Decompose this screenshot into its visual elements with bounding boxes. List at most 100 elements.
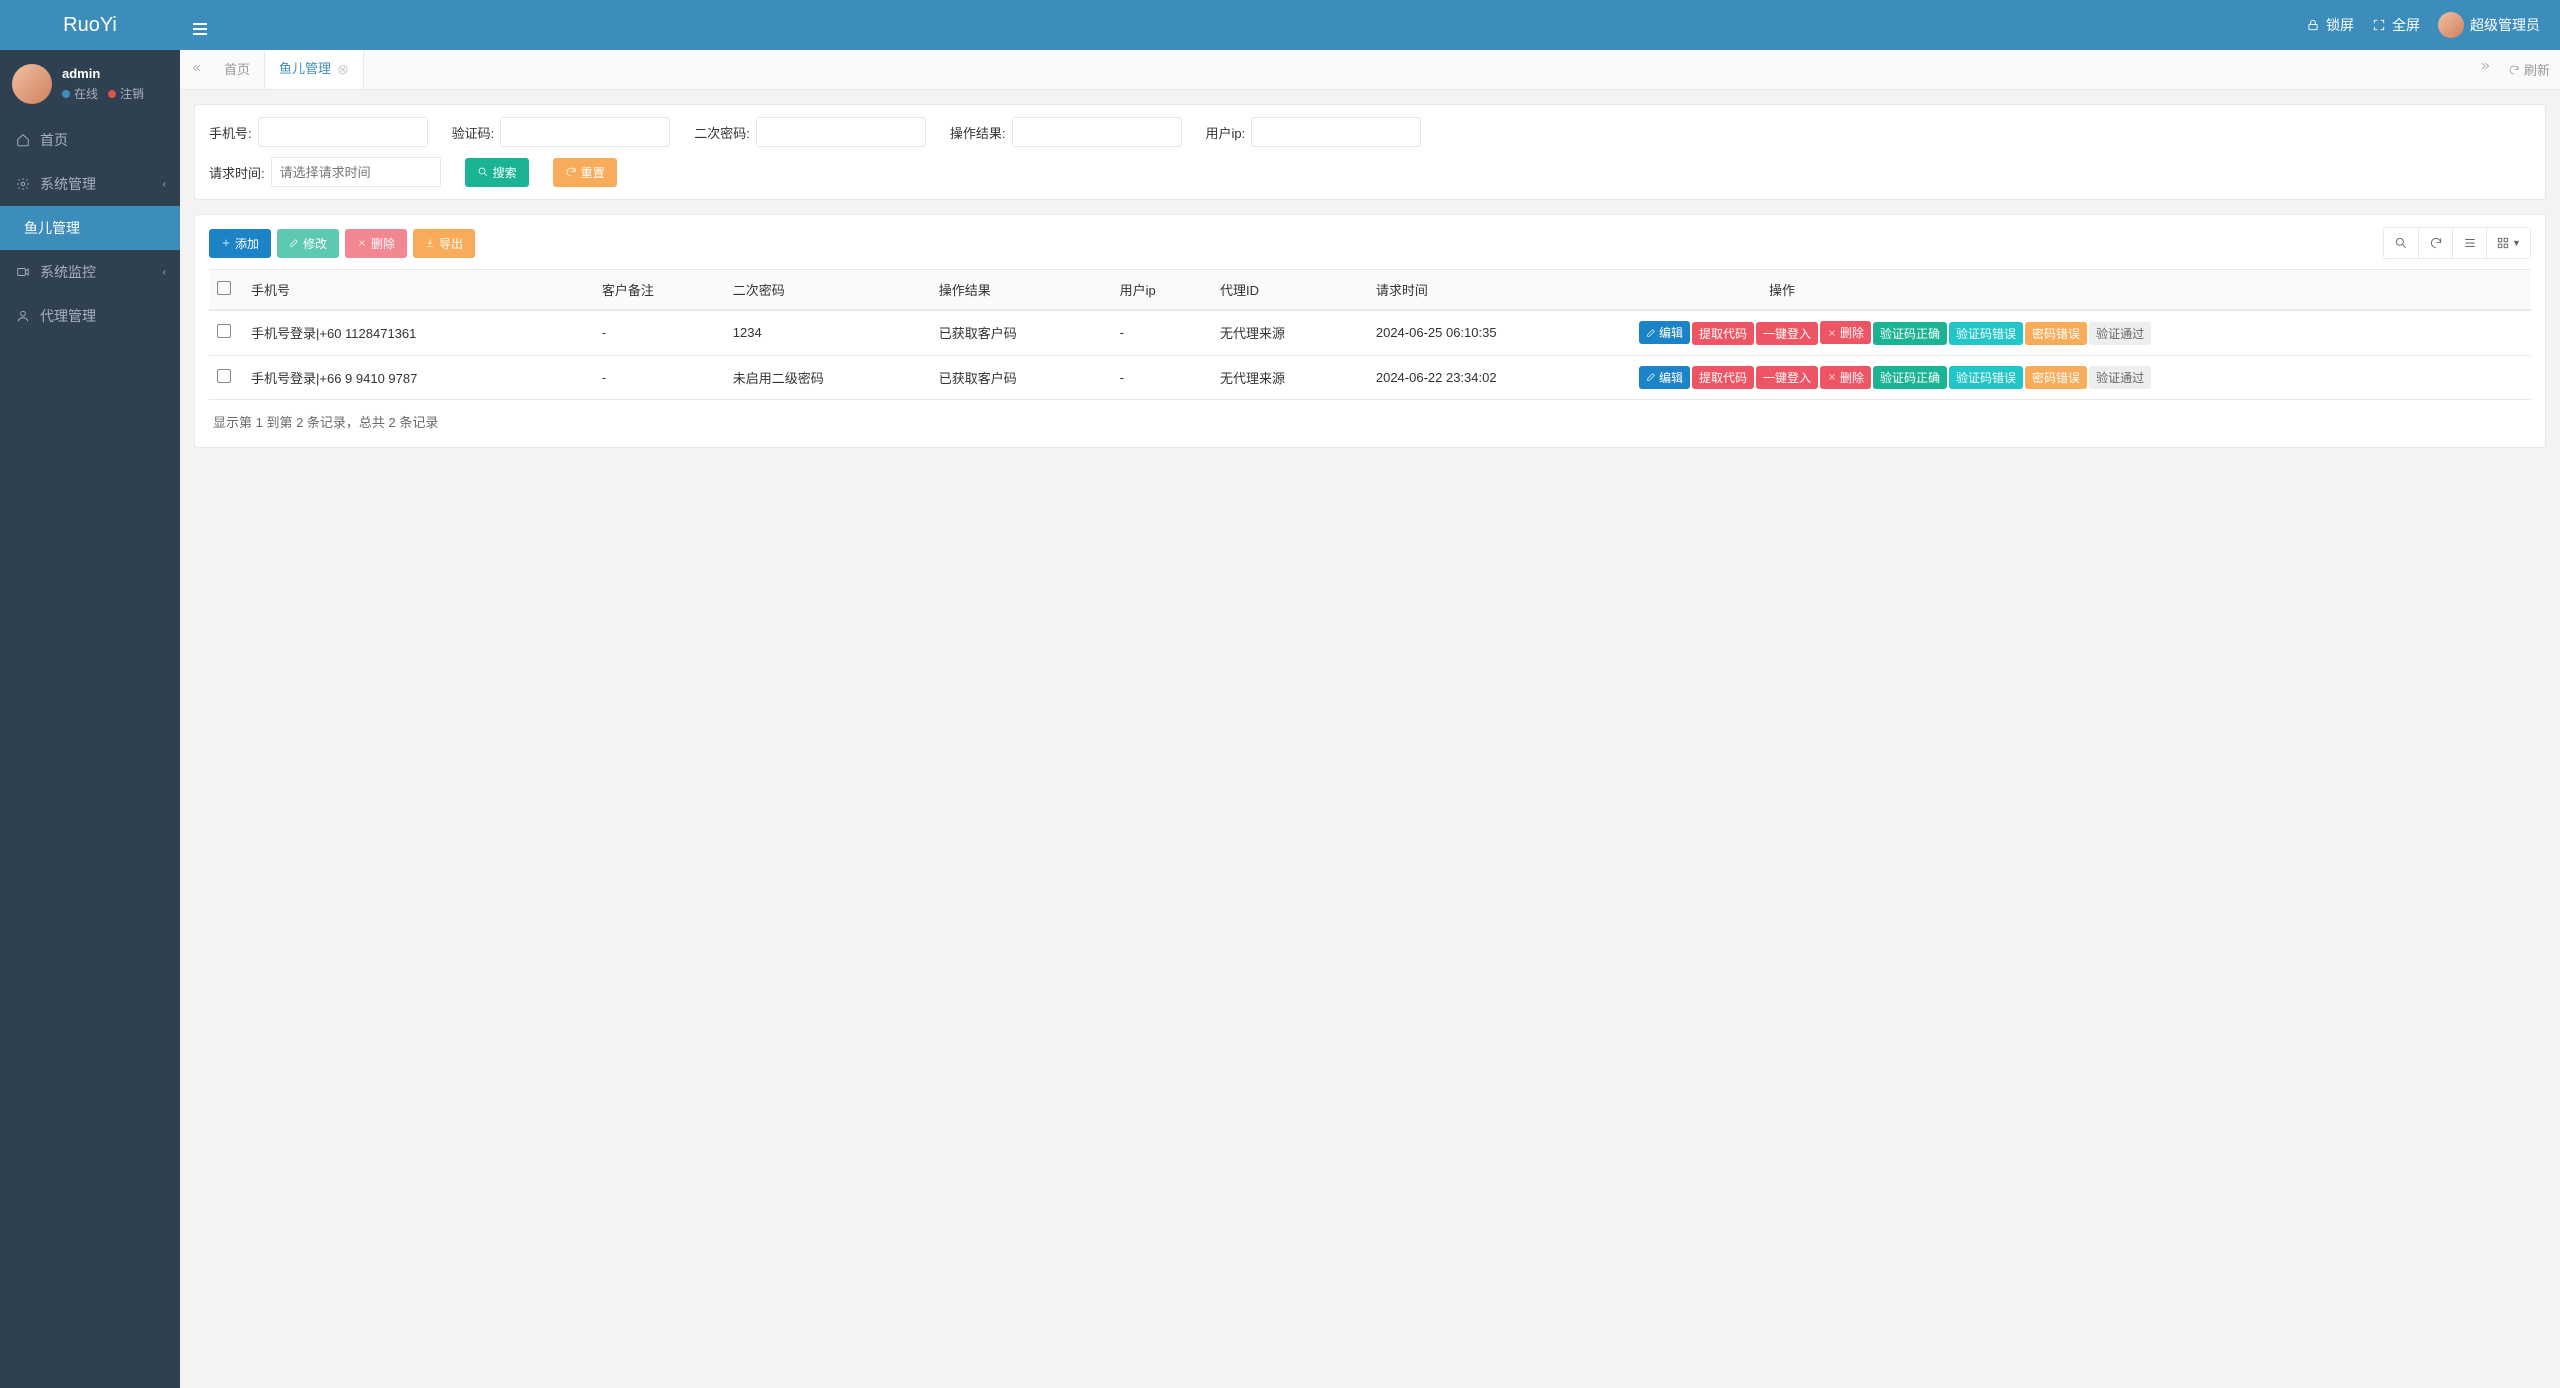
userip-input[interactable] [1251,117,1421,147]
add-button[interactable]: 添加 [209,229,271,258]
hamburger-icon [193,28,207,30]
row-verify-pass-button[interactable]: 验证通过 [2089,366,2151,389]
row-checkbox[interactable] [217,369,231,383]
row-checkbox[interactable] [217,324,231,338]
close-icon [1827,372,1837,382]
app-logo: RuoYi [0,0,180,50]
table-refresh-button[interactable] [2418,228,2452,258]
edit-button[interactable]: 修改 [277,229,339,258]
table-search-button[interactable] [2384,228,2418,258]
table-grid-button[interactable]: ▼ [2486,228,2530,258]
sidebar-item-monitor[interactable]: 系统监控 ‹ [0,250,180,294]
cell-result: 已获取客户码 [931,310,1112,355]
row-onekey-button[interactable]: 一键登入 [1756,322,1818,345]
user-display-name: 超级管理员 [2470,15,2540,35]
sidebar-item-fish[interactable]: 鱼儿管理 [0,206,180,250]
phone-input[interactable] [258,117,428,147]
sidebar-item-label: 系统监控 [40,262,96,282]
close-icon[interactable]: ⊗ [337,50,349,88]
close-icon [357,238,367,248]
avatar [12,64,52,104]
edit-icon [289,238,299,248]
cell-pwd2: 未启用二级密码 [725,355,931,400]
label-secondpwd: 二次密码: [694,123,750,142]
gear-icon [16,177,30,191]
edit-icon [1646,328,1656,338]
refresh-icon [2429,236,2443,250]
row-delete-button[interactable]: 删除 [1820,321,1871,344]
reqtime-input[interactable] [271,157,441,187]
tabs-refresh[interactable]: 刷新 [2498,60,2560,79]
sidebar-username: admin [62,66,144,81]
caret-down-icon: ▼ [2512,238,2521,248]
cell-phone: 手机号登录|+66 9 9410 9787 [243,355,594,400]
select-all-checkbox[interactable] [217,281,231,295]
delete-button[interactable]: 删除 [345,229,407,258]
row-captcha-bad-button[interactable]: 验证码错误 [1949,366,2023,389]
row-pwd-bad-button[interactable]: 密码错误 [2025,322,2087,345]
tab-label: 首页 [224,51,250,89]
row-delete-button[interactable]: 删除 [1820,366,1871,389]
result-input[interactable] [1012,117,1182,147]
col-remark: 客户备注 [594,270,725,311]
row-captcha-ok-button[interactable]: 验证码正确 [1873,366,1947,389]
row-verify-pass-button[interactable]: 验证通过 [2089,322,2151,345]
label-phone: 手机号: [209,123,252,142]
sidebar-item-agent[interactable]: 代理管理 [0,294,180,338]
sidebar: admin 在线 注销 首页 系统管理 ‹ 鱼儿管理 系统监控 ‹ [0,50,180,1388]
logout-link[interactable]: 注销 [120,85,144,102]
col-time: 请求时间 [1368,270,1631,311]
search-button[interactable]: 搜索 [465,158,529,187]
list-icon [2463,236,2477,250]
captcha-input[interactable] [500,117,670,147]
sidebar-user-panel: admin 在线 注销 [0,50,180,118]
row-onekey-button[interactable]: 一键登入 [1756,366,1818,389]
status-online: 在线 [74,85,98,102]
search-panel: 手机号: 验证码: 二次密码: 操作结果: [194,104,2546,200]
user-menu[interactable]: 超级管理员 [2438,12,2540,38]
cell-result: 已获取客户码 [931,355,1112,400]
col-userip: 用户ip [1112,270,1212,311]
tab-fish-manage[interactable]: 鱼儿管理 ⊗ [265,51,364,89]
tab-home[interactable]: 首页 [210,51,265,89]
secondpwd-input[interactable] [756,117,926,147]
cell-agent: 无代理来源 [1212,310,1368,355]
table-panel: 添加 修改 删除 导出 [194,214,2546,448]
reset-button-label: 重置 [581,164,605,181]
sidebar-item-home[interactable]: 首页 [0,118,180,162]
row-pwd-bad-button[interactable]: 密码错误 [2025,366,2087,389]
cell-remark: - [594,355,725,400]
cell-pwd2: 1234 [725,310,931,355]
lock-screen-button[interactable]: 锁屏 [2306,15,2354,35]
tab-label: 鱼儿管理 [279,50,331,88]
lock-label: 锁屏 [2326,15,2354,35]
lock-icon [2306,18,2320,32]
sidebar-item-label: 鱼儿管理 [24,218,80,238]
tabs-prev[interactable] [184,62,210,77]
table-footer: 显示第 1 到第 2 条记录，总共 2 条记录 [209,400,2531,435]
reset-button[interactable]: 重置 [553,158,617,187]
user-icon [16,309,30,323]
refresh-icon [565,166,577,178]
sidebar-item-system[interactable]: 系统管理 ‹ [0,162,180,206]
export-button[interactable]: 导出 [413,229,475,258]
search-button-label: 搜索 [493,164,517,181]
row-edit-button[interactable]: 编辑 [1639,321,1690,344]
table-columns-button[interactable] [2452,228,2486,258]
logout-dot-icon [108,90,116,98]
tabs-next[interactable] [2472,60,2498,79]
row-extract-button[interactable]: 提取代码 [1692,322,1754,345]
cell-agent: 无代理来源 [1212,355,1368,400]
row-extract-button[interactable]: 提取代码 [1692,366,1754,389]
row-captcha-bad-button[interactable]: 验证码错误 [1949,322,2023,345]
cell-actions: 编辑提取代码一键登入删除验证码正确验证码错误密码错误验证通过 [1631,310,2531,355]
row-edit-button[interactable]: 编辑 [1639,366,1690,389]
cell-actions: 编辑提取代码一键登入删除验证码正确验证码错误密码错误验证通过 [1631,355,2531,400]
refresh-label: 刷新 [2524,60,2550,79]
fullscreen-label: 全屏 [2392,15,2420,35]
row-captcha-ok-button[interactable]: 验证码正确 [1873,322,1947,345]
sidebar-toggle[interactable] [180,18,220,33]
fullscreen-button[interactable]: 全屏 [2372,15,2420,35]
tabs-bar: 首页 鱼儿管理 ⊗ 刷新 [180,50,2560,90]
label-captcha: 验证码: [452,123,495,142]
